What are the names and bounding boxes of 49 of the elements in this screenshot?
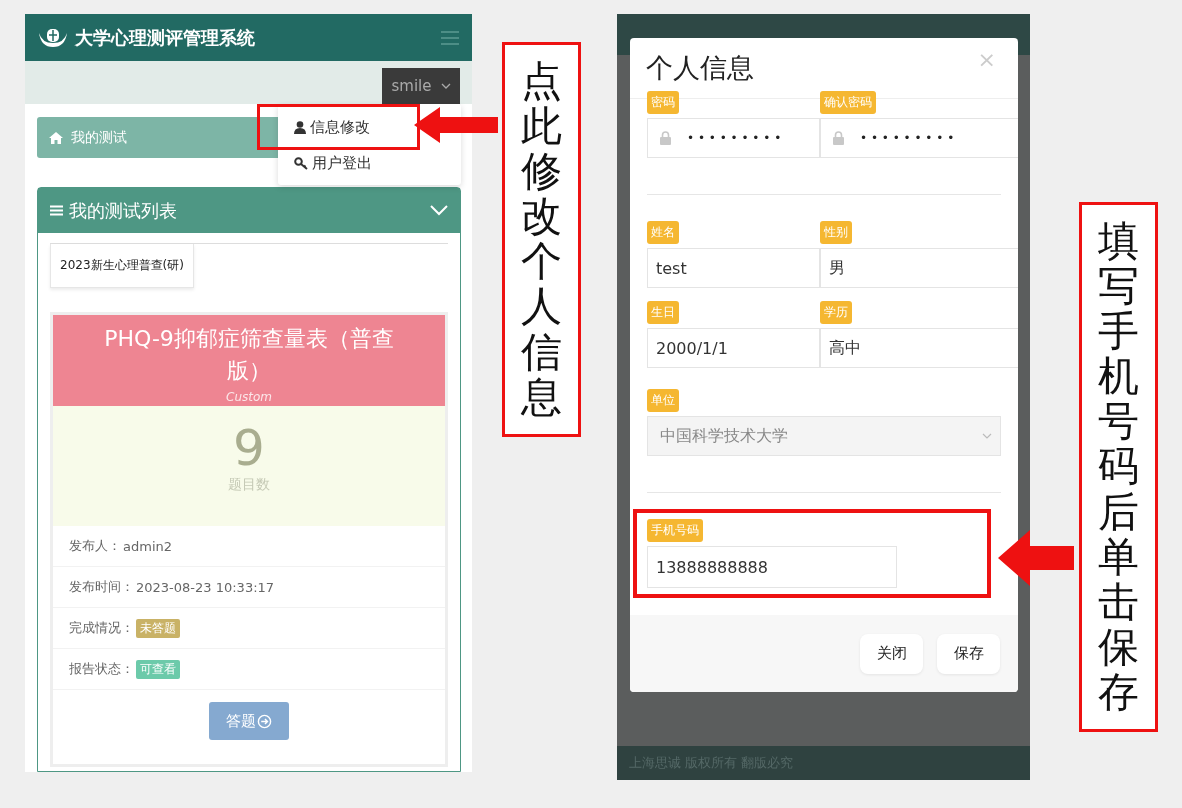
home-icon (49, 131, 63, 144)
callout-text: 点此修改个人信息 (502, 42, 581, 437)
panel-title: 我的测试列表 (69, 198, 178, 223)
list-icon (50, 205, 63, 216)
info-label: 完成情况： (69, 619, 134, 637)
lock-icon (833, 131, 844, 145)
input-field[interactable]: 2000/1/1 (647, 328, 820, 368)
arrow-right-icon (257, 713, 272, 729)
status-badge: 可查看 (136, 659, 180, 679)
field-label: 学历 (820, 301, 852, 324)
chevron-down-icon[interactable] (430, 205, 448, 216)
caret-icon (982, 433, 992, 439)
field-label: 确认密码 (820, 91, 876, 114)
info-label: 发布时间： (69, 578, 134, 596)
question-count: 9 (232, 418, 266, 476)
field-label: 姓名 (647, 221, 679, 244)
lock-icon (660, 131, 671, 145)
info-label: 报告状态： (69, 660, 134, 678)
info-value: 2023-08-23 10:33:17 (136, 579, 275, 595)
user-icon (294, 120, 306, 134)
info-value: admin2 (123, 538, 172, 554)
field-label: 生日 (647, 301, 679, 324)
arrow-left-icon (414, 107, 498, 143)
key-icon (294, 157, 308, 170)
status-badge: 未答题 (136, 618, 180, 638)
field-label: 性别 (820, 221, 852, 244)
input-field[interactable]: 男 (820, 248, 1018, 288)
tab[interactable]: 2023新生心理普查(研) (50, 244, 194, 288)
input-field[interactable]: test (647, 248, 820, 288)
callout-text: 填写手机号码后单击保存 (1079, 202, 1158, 733)
field-label: 手机号码 (647, 519, 703, 542)
info-label: 发布人： (69, 537, 121, 555)
password-field[interactable]: • • • • • • • • • (820, 118, 1018, 158)
breadcrumb-text: 我的测试 (71, 128, 127, 147)
field-label: 单位 (647, 389, 679, 412)
card-title: PHQ-9抑郁症筛查量表（普查版） (103, 325, 395, 385)
dialog-button[interactable]: 关闭 (860, 633, 923, 674)
dialog-title: 个人信息 (646, 51, 755, 85)
password-field[interactable]: • • • • • • • • • (647, 118, 820, 158)
dialog-button[interactable]: 保存 (937, 633, 1000, 674)
input-field[interactable]: 13888888888 (647, 546, 897, 588)
input-field[interactable]: 高中 (820, 328, 1018, 368)
arrow-left-icon (998, 530, 1074, 586)
user-menu-button[interactable]: smile (382, 68, 460, 104)
app-title: 大学心理测评管理系统 (75, 25, 256, 50)
card-subtitle: Custom (225, 389, 273, 406)
logo-icon (37, 26, 69, 49)
field-label: 密码 (647, 91, 679, 114)
caret-icon (440, 83, 451, 89)
